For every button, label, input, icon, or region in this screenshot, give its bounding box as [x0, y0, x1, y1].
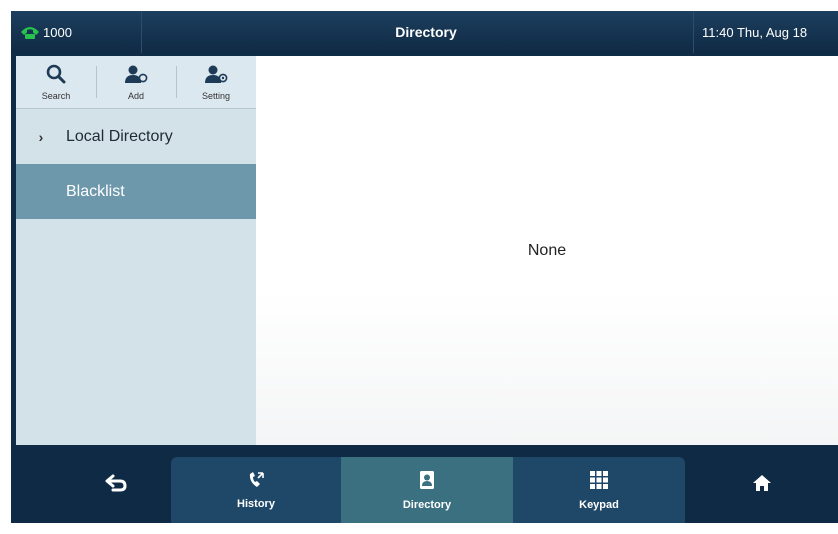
setting-label: Setting	[201, 90, 231, 101]
tab-directory[interactable]: Directory	[341, 457, 513, 523]
clock: 11:40 Thu, Aug 18	[693, 11, 838, 53]
empty-state-text: None	[527, 242, 567, 259]
keypad-icon	[589, 470, 609, 493]
phone-handset-icon	[19, 24, 41, 40]
menu-item-label: Blacklist	[66, 182, 125, 200]
history-icon	[247, 471, 265, 492]
phone-screen: 1000 Directory 11:40 Thu, Aug 18 Search	[11, 11, 838, 523]
directory-sidebar: Search Add Setting › Local Directory Bla…	[16, 56, 256, 445]
add-label: Add	[127, 90, 144, 101]
contact-list-area: None	[256, 56, 838, 445]
add-contact-icon	[124, 64, 148, 89]
tab-directory-label: Directory	[402, 498, 452, 511]
setting-button[interactable]: Setting	[176, 56, 256, 108]
search-button[interactable]: Search	[16, 56, 96, 108]
menu-item-label: Local Directory	[66, 127, 173, 145]
tab-history-label: History	[237, 497, 275, 510]
page-title: Directory	[395, 24, 457, 40]
line-number: 1000	[43, 24, 72, 40]
directory-icon	[418, 470, 436, 493]
status-bar: 1000 Directory 11:40 Thu, Aug 18	[11, 11, 838, 53]
bottom-navigation: History Directory Keypad	[11, 445, 838, 523]
search-label: Search	[41, 90, 71, 101]
menu-item-local-directory[interactable]: › Local Directory	[16, 109, 256, 164]
chevron-right-icon: ›	[38, 128, 44, 145]
menu-item-blacklist[interactable]: Blacklist	[16, 164, 256, 219]
back-arrow-icon	[105, 474, 127, 495]
home-button[interactable]	[685, 445, 838, 523]
line-status[interactable]: 1000	[19, 11, 142, 53]
contact-setting-icon	[204, 64, 228, 89]
back-button[interactable]	[51, 445, 181, 523]
tab-keypad-label: Keypad	[579, 498, 619, 511]
add-button[interactable]: Add	[96, 56, 176, 108]
directory-toolbar: Search Add Setting	[16, 56, 256, 109]
home-icon	[752, 474, 772, 495]
search-icon	[46, 64, 66, 89]
tab-keypad[interactable]: Keypad	[513, 457, 685, 523]
tab-history[interactable]: History	[171, 457, 341, 523]
